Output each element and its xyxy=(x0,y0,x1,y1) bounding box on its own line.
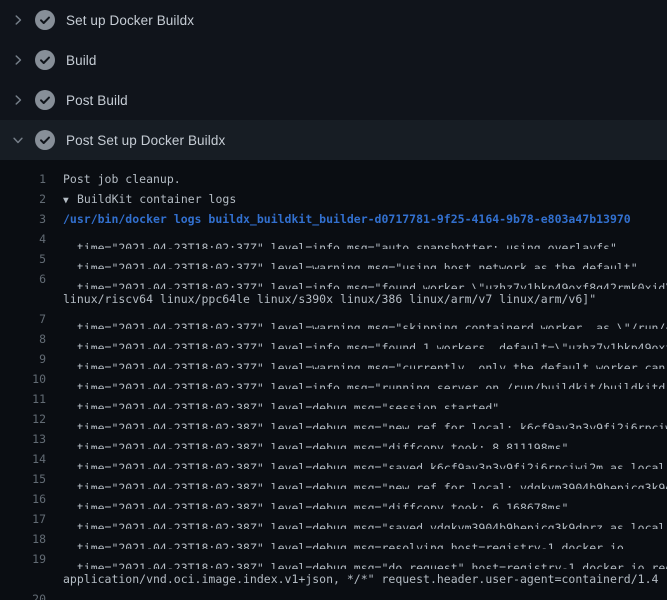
log-text: time="2021-04-23T18:02:38Z" level=debug … xyxy=(63,389,499,409)
log-line: 7 time="2021-04-23T18:02:37Z" level=warn… xyxy=(0,309,667,329)
check-circle-icon xyxy=(35,90,55,110)
step-title: Post Build xyxy=(66,93,128,108)
log-text: application/vnd.oci.image.index.v1+json,… xyxy=(63,569,658,589)
log-text: time="2021-04-23T18:02:38Z" level=debug … xyxy=(63,509,667,529)
line-number[interactable]: 18 xyxy=(0,529,46,549)
log-line: 10 time="2021-04-23T18:02:37Z" level=inf… xyxy=(0,369,667,389)
group-collapse-icon: ▼ xyxy=(63,191,77,209)
log-text: time="2021-04-23T18:02:37Z" level=warnin… xyxy=(63,249,638,269)
check-circle-icon xyxy=(35,10,55,30)
step-title: Post Set up Docker Buildx xyxy=(66,133,225,148)
log-line: 9 time="2021-04-23T18:02:37Z" level=warn… xyxy=(0,349,667,369)
log-line: 4 time="2021-04-23T18:02:37Z" level=info… xyxy=(0,229,667,249)
line-number[interactable]: 16 xyxy=(0,489,46,509)
log-line: 1 Post job cleanup. xyxy=(0,169,667,189)
log-line: 11 time="2021-04-23T18:02:38Z" level=deb… xyxy=(0,389,667,409)
step-header-post-set-up-docker-buildx[interactable]: Post Set up Docker Buildx xyxy=(0,120,667,160)
group-label: BuildKit container logs xyxy=(77,192,236,206)
chevron-right-icon[interactable] xyxy=(10,52,26,68)
step-list: Set up Docker Buildx Build Post Build Post … xyxy=(0,0,667,160)
line-number[interactable]: 11 xyxy=(0,389,46,409)
log-line: 17 time="2021-04-23T18:02:38Z" level=deb… xyxy=(0,509,667,529)
line-number[interactable]: 10 xyxy=(0,369,46,389)
line-number[interactable]: 17 xyxy=(0,509,46,529)
line-number[interactable]: 5 xyxy=(0,249,46,269)
step-header-build[interactable]: Build xyxy=(0,40,667,80)
log-line: 13 time="2021-04-23T18:02:38Z" level=deb… xyxy=(0,429,667,449)
line-number[interactable]: 3 xyxy=(0,209,46,229)
log-text: time="2021-04-23T18:02:38Z" level=debug … xyxy=(63,409,667,429)
log-text: time="2021-04-23T18:02:37Z" level=info m… xyxy=(63,229,617,249)
line-number[interactable]: 9 xyxy=(0,349,46,369)
log-text: time="2021-04-23T18:02:37Z" level=info m… xyxy=(63,369,667,389)
log-line: 14 time="2021-04-23T18:02:38Z" level=deb… xyxy=(0,449,667,469)
line-number[interactable]: 4 xyxy=(0,229,46,249)
log-line: 15 time="2021-04-23T18:02:38Z" level=deb… xyxy=(0,469,667,489)
line-number xyxy=(0,289,46,309)
log-line: 12 time="2021-04-23T18:02:38Z" level=deb… xyxy=(0,409,667,429)
chevron-down-icon[interactable] xyxy=(10,132,26,148)
log-line: 6 time="2021-04-23T18:02:37Z" level=info… xyxy=(0,269,667,289)
log-line: 3/usr/bin/docker logs buildx_buildkit_bu… xyxy=(0,209,667,229)
step-title: Build xyxy=(66,53,97,68)
line-number[interactable]: 20 xyxy=(0,589,46,600)
check-circle-icon xyxy=(35,130,55,150)
line-number[interactable]: 14 xyxy=(0,449,46,469)
log-line: 19 time="2021-04-23T18:02:38Z" level=deb… xyxy=(0,549,667,569)
log-text: time="2021-04-23T18:02:37Z" level=warnin… xyxy=(63,309,667,329)
log-text: time="2021-04-23T18:02:37Z" level=info m… xyxy=(63,329,667,349)
log-lines: 1 Post job cleanup. 2 ▼BuildKit container l… xyxy=(0,169,667,600)
log-text: time="2021-04-23T18:02:38Z" level=debug … xyxy=(63,429,568,449)
chevron-right-icon[interactable] xyxy=(10,92,26,108)
log-group-toggle[interactable]: ▼BuildKit container logs xyxy=(63,189,236,209)
step-header-post-build[interactable]: Post Build xyxy=(0,80,667,120)
log-line-continuation: application/vnd.oci.image.index.v1+json,… xyxy=(0,569,667,589)
log-text: time="2021-04-23T18:02:38Z" level=debug … xyxy=(63,529,624,549)
log-line: 8 time="2021-04-23T18:02:37Z" level=info… xyxy=(0,329,667,349)
log-text: time="2021-04-23T18:02:38Z" level=debug … xyxy=(63,589,667,600)
log-text: time="2021-04-23T18:02:38Z" level=debug … xyxy=(63,449,667,469)
line-number[interactable]: 8 xyxy=(0,329,46,349)
log-line: 2 ▼BuildKit container logs xyxy=(0,189,667,209)
step-title: Set up Docker Buildx xyxy=(66,13,194,28)
step-header-set-up-docker-buildx[interactable]: Set up Docker Buildx xyxy=(0,0,667,40)
log-viewer: 1 Post job cleanup. 2 ▼BuildKit container l… xyxy=(0,160,667,600)
check-circle-icon xyxy=(35,50,55,70)
line-number xyxy=(0,569,46,589)
line-number[interactable]: 12 xyxy=(0,409,46,429)
log-text: time="2021-04-23T18:02:38Z" level=debug … xyxy=(63,549,667,569)
log-text: time="2021-04-23T18:02:38Z" level=debug … xyxy=(63,489,568,509)
log-text: time="2021-04-23T18:02:38Z" level=debug … xyxy=(63,469,667,489)
line-number[interactable]: 6 xyxy=(0,269,46,289)
log-line: 20 time="2021-04-23T18:02:38Z" level=deb… xyxy=(0,589,667,600)
line-number[interactable]: 7 xyxy=(0,309,46,329)
line-number[interactable]: 2 xyxy=(0,189,46,209)
chevron-right-icon[interactable] xyxy=(10,12,26,28)
log-text: time="2021-04-23T18:02:37Z" level=warnin… xyxy=(63,349,667,369)
log-line: 5 time="2021-04-23T18:02:37Z" level=warn… xyxy=(0,249,667,269)
log-text: Post job cleanup. xyxy=(63,169,181,189)
log-line-continuation: linux/riscv64 linux/ppc64le linux/s390x … xyxy=(0,289,667,309)
log-line: 18 time="2021-04-23T18:02:38Z" level=deb… xyxy=(0,529,667,549)
log-line: 16 time="2021-04-23T18:02:38Z" level=deb… xyxy=(0,489,667,509)
line-number[interactable]: 19 xyxy=(0,549,46,569)
log-command-text: /usr/bin/docker logs buildx_buildkit_bui… xyxy=(63,209,631,229)
log-text: time="2021-04-23T18:02:37Z" level=info m… xyxy=(63,269,667,289)
log-text: linux/riscv64 linux/ppc64le linux/s390x … xyxy=(63,289,596,309)
line-number[interactable]: 15 xyxy=(0,469,46,489)
line-number[interactable]: 1 xyxy=(0,169,46,189)
line-number[interactable]: 13 xyxy=(0,429,46,449)
